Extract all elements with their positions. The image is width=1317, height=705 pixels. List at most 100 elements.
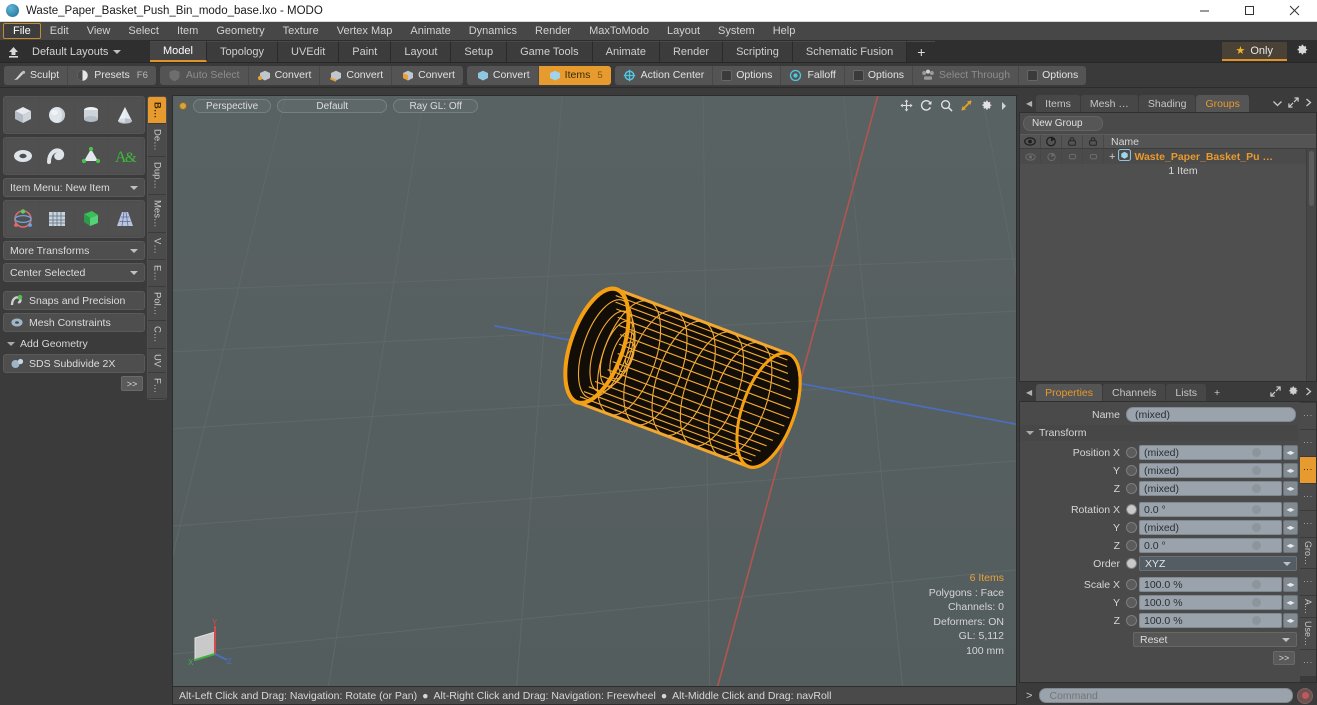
tab-game-tools[interactable]: Game Tools xyxy=(507,41,593,62)
properties-menu-icon[interactable]: ◀ xyxy=(1022,384,1036,401)
sphere-primitive-button[interactable] xyxy=(40,99,74,131)
convert-vertex-button[interactable]: Convert xyxy=(249,65,321,85)
viewport-menu-dot[interactable] xyxy=(179,102,187,110)
menu-help[interactable]: Help xyxy=(764,22,805,40)
tab-paint[interactable]: Paint xyxy=(339,41,392,62)
snaps-and-precision-button[interactable]: Snaps and Precision xyxy=(3,291,145,310)
falloff-options-button[interactable]: Options xyxy=(845,65,914,85)
rotation-y-radio[interactable] xyxy=(1126,522,1137,533)
position-x-anim-dot[interactable] xyxy=(1252,448,1261,457)
scale-z-radio[interactable] xyxy=(1126,615,1137,626)
sculpt-button[interactable]: Sculpt xyxy=(4,65,69,85)
col-select-icon[interactable] xyxy=(1083,135,1104,148)
text-primitive-button[interactable]: A & xyxy=(108,140,142,172)
transform-section-header[interactable]: Transform xyxy=(1020,425,1298,441)
action-center-options-button[interactable]: Options xyxy=(713,65,782,85)
command-record-button[interactable] xyxy=(1297,687,1313,704)
tab-render[interactable]: Render xyxy=(659,41,724,62)
bend-mesh-button[interactable] xyxy=(74,203,108,235)
rotate-icon[interactable] xyxy=(920,99,933,115)
rotation-x-anim-dot[interactable] xyxy=(1252,505,1261,514)
item-menu-dropdown[interactable]: Item Menu: New Item xyxy=(3,178,145,197)
position-z-stepper[interactable]: ◂▸ xyxy=(1283,481,1298,496)
gear-icon[interactable] xyxy=(980,99,993,115)
rotation-y-input[interactable]: (mixed) xyxy=(1139,520,1282,535)
position-z-input[interactable]: (mixed) xyxy=(1139,481,1282,496)
row-render-toggle[interactable] xyxy=(1041,149,1062,164)
shading-mode-button[interactable]: Default xyxy=(277,99,388,113)
properties-maximize-icon[interactable] xyxy=(1270,385,1281,400)
side-tab-2[interactable]: ⋮ xyxy=(1300,430,1316,456)
expand-plus-icon[interactable]: + xyxy=(1109,151,1115,163)
add-geometry-section-header[interactable]: Add Geometry xyxy=(3,335,145,352)
position-z-radio[interactable] xyxy=(1126,483,1137,494)
cylinder-primitive-button[interactable] xyxy=(74,99,108,131)
falloff-button[interactable]: Falloff xyxy=(781,65,845,85)
table-row[interactable]: + Waste_Paper_Basket_Pu … xyxy=(1020,149,1316,164)
row-visibility-toggle[interactable] xyxy=(1020,149,1041,164)
scale-x-radio[interactable] xyxy=(1126,579,1137,590)
panel-more-icon[interactable] xyxy=(1305,98,1312,110)
menu-item[interactable]: Item xyxy=(168,22,207,40)
menu-geometry[interactable]: Geometry xyxy=(207,22,273,40)
vtab-basic[interactable]: B… xyxy=(148,97,166,125)
scale-y-anim-dot[interactable] xyxy=(1252,598,1261,607)
tab-scripting[interactable]: Scripting xyxy=(723,41,793,62)
vtab-uv[interactable]: UV xyxy=(148,348,166,373)
rotation-z-stepper[interactable]: ◂▸ xyxy=(1283,538,1298,553)
rotation-y-stepper[interactable]: ◂▸ xyxy=(1283,520,1298,535)
tab-channels[interactable]: Channels xyxy=(1103,384,1167,401)
select-through-button[interactable]: Select Through xyxy=(913,65,1020,85)
menu-view[interactable]: View xyxy=(78,22,120,40)
vtab-edge[interactable]: E… xyxy=(148,260,166,288)
menu-texture[interactable]: Texture xyxy=(274,22,328,40)
taper-mesh-button[interactable] xyxy=(108,203,142,235)
torus-primitive-button[interactable] xyxy=(6,140,40,172)
view-mode-button[interactable]: Perspective xyxy=(193,99,272,113)
fit-icon[interactable] xyxy=(960,99,973,115)
layout-selector[interactable]: Default Layouts xyxy=(26,41,146,62)
panel-maximize-icon[interactable] xyxy=(1288,96,1299,111)
properties-more-icon[interactable] xyxy=(1305,387,1312,399)
menu-layout[interactable]: Layout xyxy=(658,22,709,40)
menu-edit[interactable]: Edit xyxy=(41,22,78,40)
side-tab-7[interactable]: ⋮ xyxy=(1300,569,1316,596)
new-group-button[interactable]: New Group xyxy=(1023,116,1103,131)
settings-gear-icon[interactable] xyxy=(1295,43,1309,60)
convert-edge-button[interactable]: Convert xyxy=(320,65,393,85)
col-render-icon[interactable] xyxy=(1041,135,1062,148)
convert-polygon-button[interactable]: Convert xyxy=(392,66,463,85)
reset-dropdown[interactable]: Reset xyxy=(1133,632,1297,647)
scale-y-radio[interactable] xyxy=(1126,597,1137,608)
col-visibility-icon[interactable] xyxy=(1020,135,1041,148)
scale-x-stepper[interactable]: ◂▸ xyxy=(1283,577,1298,592)
side-tab-10[interactable]: ⋮ xyxy=(1300,650,1316,677)
menu-select[interactable]: Select xyxy=(119,22,168,40)
properties-expand-button[interactable]: >> xyxy=(1273,651,1295,665)
tab-groups[interactable]: Groups xyxy=(1196,95,1250,112)
side-tab-5[interactable]: ⋮ xyxy=(1300,511,1316,537)
menu-maxtomodo[interactable]: MaxToModo xyxy=(580,22,658,40)
checkbox-icon[interactable] xyxy=(1027,69,1039,81)
vtab-polygon[interactable]: Pol… xyxy=(148,287,166,322)
transform-gizmo-button[interactable] xyxy=(6,203,40,235)
more-transforms-dropdown[interactable]: More Transforms xyxy=(3,241,145,260)
side-tab-4[interactable]: ⋮ xyxy=(1300,484,1316,510)
row-select-toggle[interactable] xyxy=(1083,149,1104,164)
menu-animate[interactable]: Animate xyxy=(401,22,459,40)
side-tab-1[interactable]: ⋮ xyxy=(1300,403,1316,429)
scale-z-anim-dot[interactable] xyxy=(1252,616,1261,625)
mesh-constraints-button[interactable]: Mesh Constraints xyxy=(3,313,145,332)
move-icon[interactable] xyxy=(900,99,913,115)
side-tab-assembly[interactable]: A… xyxy=(1300,596,1316,618)
3d-viewport[interactable]: Perspective Default Ray GL: Off Y X Z 6 … xyxy=(172,95,1017,687)
tab-schematic-fusion[interactable]: Schematic Fusion xyxy=(792,41,908,62)
add-layout-tab-button[interactable]: + xyxy=(907,41,936,62)
tab-setup[interactable]: Setup xyxy=(451,41,508,62)
command-input[interactable] xyxy=(1039,688,1293,703)
maximize-button[interactable] xyxy=(1227,0,1272,22)
menu-system[interactable]: System xyxy=(709,22,764,40)
rotation-y-anim-dot[interactable] xyxy=(1252,523,1261,532)
only-toggle-button[interactable]: ★ Only xyxy=(1221,42,1287,61)
scale-y-input[interactable]: 100.0 % xyxy=(1139,595,1282,610)
